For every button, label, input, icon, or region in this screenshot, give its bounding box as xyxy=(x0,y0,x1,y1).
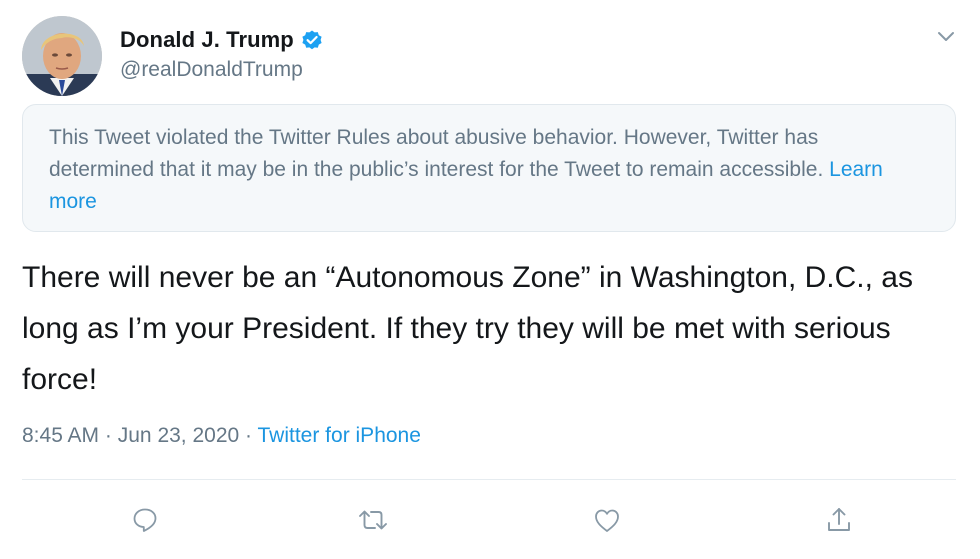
tweet-time[interactable]: 8:45 AM xyxy=(22,424,99,447)
author-name-row[interactable]: Donald J. Trump xyxy=(120,25,324,55)
meta-separator: · xyxy=(245,424,253,447)
divider xyxy=(22,479,956,480)
notice-text: This Tweet violated the Twitter Rules ab… xyxy=(49,126,824,181)
reply-button[interactable] xyxy=(128,503,162,537)
user-handle[interactable]: @realDonaldTrump xyxy=(120,58,303,82)
like-icon xyxy=(595,509,619,532)
meta-separator: · xyxy=(104,424,112,447)
tweet-card: Donald J. Trump @realDonaldTrump This Tw… xyxy=(0,0,980,559)
retweet-button[interactable] xyxy=(356,503,390,537)
share-button[interactable] xyxy=(822,503,856,537)
tweet-text: There will never be an “Autonomous Zone”… xyxy=(22,261,913,396)
verified-badge-icon xyxy=(300,28,324,52)
tweet-source-link[interactable]: Twitter for iPhone xyxy=(258,424,421,447)
reply-icon xyxy=(133,508,157,532)
profile-photo-icon xyxy=(22,16,102,96)
chevron-down-icon[interactable] xyxy=(934,24,958,48)
violation-notice: This Tweet violated the Twitter Rules ab… xyxy=(22,104,956,232)
share-icon xyxy=(828,508,850,531)
like-button[interactable] xyxy=(590,503,624,537)
retweet-icon xyxy=(359,510,387,530)
display-name[interactable]: Donald J. Trump xyxy=(120,27,294,53)
tweet-date[interactable]: Jun 23, 2020 xyxy=(118,424,239,447)
avatar[interactable] xyxy=(22,16,102,96)
tweet-metadata: 8:45 AM · Jun 23, 2020 · Twitter for iPh… xyxy=(22,424,421,448)
